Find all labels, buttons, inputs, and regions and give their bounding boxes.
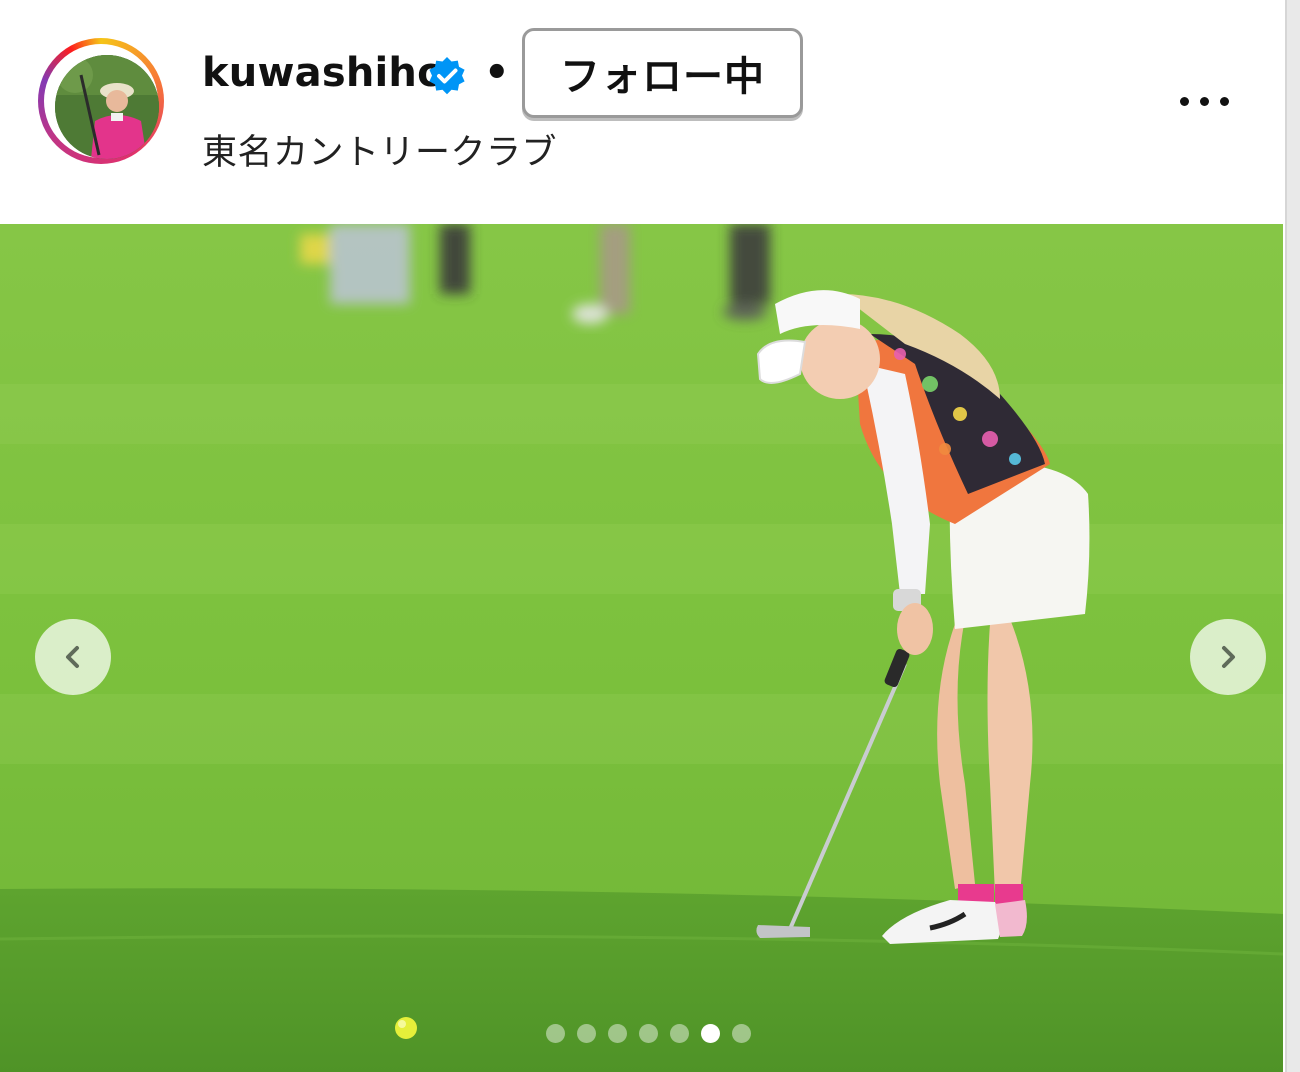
instagram-post: kuwashiho • フォロー中 東名カントリークラブ xyxy=(0,0,1300,1072)
chevron-right-icon xyxy=(1222,646,1235,668)
scrollbar[interactable] xyxy=(1285,0,1300,1072)
carousel-dot xyxy=(670,1024,689,1043)
separator-dot: • xyxy=(484,50,510,96)
next-slide-button[interactable] xyxy=(1190,619,1266,695)
carousel-dot xyxy=(732,1024,751,1043)
location-link[interactable]: 東名カントリークラブ xyxy=(202,124,557,175)
post-photo[interactable] xyxy=(0,224,1283,1072)
carousel-dot xyxy=(608,1024,627,1043)
following-button[interactable]: フォロー中 xyxy=(522,28,803,118)
carousel-dot-active xyxy=(701,1024,720,1043)
carousel-indicator xyxy=(546,1024,751,1043)
avatar-image xyxy=(55,55,159,159)
carousel-dot xyxy=(639,1024,658,1043)
golf-photo-image xyxy=(0,224,1283,1072)
carousel-dot xyxy=(546,1024,565,1043)
post-header: kuwashiho • フォロー中 東名カントリークラブ xyxy=(0,0,1285,224)
verified-badge-icon xyxy=(429,57,465,95)
more-options-icon[interactable] xyxy=(1180,88,1244,114)
avatar[interactable] xyxy=(55,55,159,159)
username-link[interactable]: kuwashiho xyxy=(202,50,445,96)
carousel-dot xyxy=(577,1024,596,1043)
chevron-left-icon xyxy=(66,646,79,668)
story-ring[interactable] xyxy=(38,38,164,164)
previous-slide-button[interactable] xyxy=(35,619,111,695)
